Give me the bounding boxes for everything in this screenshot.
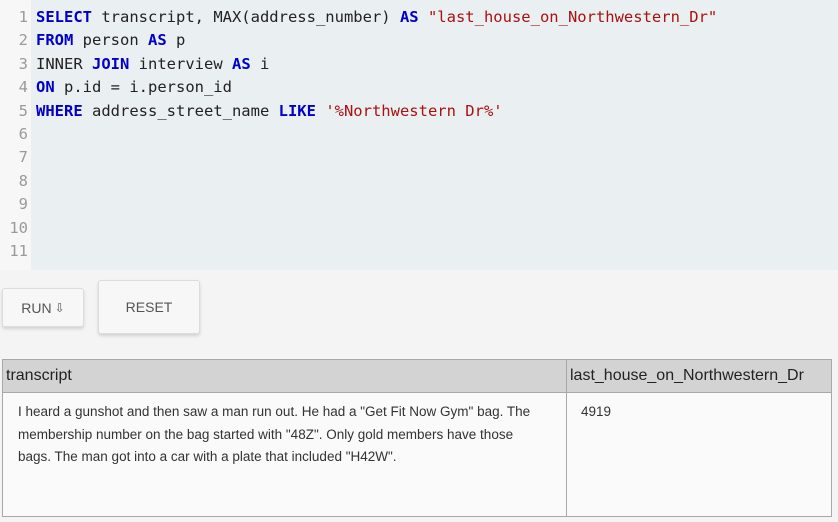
line-number: 4: [18, 78, 28, 97]
code-text[interactable]: FROM person AS p: [36, 29, 185, 52]
code-line[interactable]: 11: [0, 240, 838, 263]
sql-keyword: WHERE: [36, 101, 83, 120]
results-table: transcript last_house_on_Northwestern_Dr…: [2, 359, 832, 517]
sql-keyword: LIKE: [278, 101, 316, 120]
code-line[interactable]: 5 WHERE address_street_name LIKE '%Northw…: [0, 100, 838, 123]
line-number: 8: [18, 171, 28, 190]
sql-keyword: AS: [231, 54, 251, 73]
sql-string: "last_house_on_Northwestern_Dr": [427, 8, 718, 26]
code-text[interactable]: ON p.id = i.person_id: [36, 76, 232, 99]
code-line[interactable]: 1 SELECT transcript, MAX(address_number) …: [0, 6, 838, 29]
sql-keyword: FROM: [36, 31, 74, 50]
reset-button[interactable]: RESET: [98, 280, 200, 334]
sql-token: transcript, MAX(address_number): [92, 8, 400, 26]
cell-last-house: 4919: [566, 392, 832, 517]
results-header-row: transcript last_house_on_Northwestern_Dr: [2, 359, 832, 393]
sql-keyword: AS: [399, 8, 419, 26]
code-line[interactable]: 10: [0, 217, 838, 240]
sql-token: person: [73, 31, 148, 50]
code-text[interactable]: WHERE address_street_name LIKE '%Northwe…: [36, 100, 503, 123]
column-header-transcript: transcript: [2, 359, 567, 393]
run-button[interactable]: RUN ⇩: [2, 288, 84, 327]
sql-editor[interactable]: 1 SELECT transcript, MAX(address_number) …: [0, 0, 838, 270]
cell-transcript: I heard a gunshot and then saw a man run…: [2, 392, 567, 517]
sql-token: p.id = i.person_id: [54, 78, 232, 97]
line-number: 11: [9, 242, 28, 260]
code-text[interactable]: SELECT transcript, MAX(address_number) A…: [36, 6, 717, 29]
line-number: 10: [9, 218, 28, 237]
line-number: 9: [18, 195, 28, 214]
sql-keyword: ON: [36, 78, 55, 97]
code-line[interactable]: 3 INNER JOIN interview AS i: [0, 53, 838, 76]
reset-button-label: RESET: [125, 299, 173, 315]
code-line[interactable]: 9: [0, 193, 838, 216]
code-line[interactable]: 7: [0, 146, 838, 169]
code-text[interactable]: INNER JOIN interview AS i: [36, 53, 269, 76]
code-line[interactable]: 8: [0, 170, 838, 193]
run-button-label: RUN: [21, 299, 52, 316]
sql-token: p: [166, 31, 186, 50]
sql-keyword: SELECT: [36, 8, 92, 26]
line-number: 3: [18, 54, 28, 73]
table-row: I heard a gunshot and then saw a man run…: [2, 392, 832, 517]
sql-token: INNER: [36, 54, 92, 73]
code-line[interactable]: 4 ON p.id = i.person_id: [0, 76, 838, 99]
line-number: 6: [18, 125, 28, 143]
line-number: 2: [18, 31, 28, 50]
download-arrow-icon: ⇩: [54, 300, 65, 315]
line-number: 7: [18, 148, 28, 167]
column-header-last-house: last_house_on_Northwestern_Dr: [566, 359, 832, 393]
sql-token: interview: [129, 54, 232, 73]
sql-keyword: JOIN: [92, 54, 130, 73]
code-line[interactable]: 6: [0, 123, 838, 146]
sql-token: address_street_name: [82, 101, 279, 120]
sql-token: i: [250, 54, 270, 73]
sql-keyword: AS: [147, 31, 167, 50]
sql-string: '%Northwestern Dr%': [325, 101, 503, 120]
line-number: 5: [18, 101, 28, 120]
line-number: 1: [18, 8, 28, 26]
code-line[interactable]: 2 FROM person AS p: [0, 29, 838, 52]
